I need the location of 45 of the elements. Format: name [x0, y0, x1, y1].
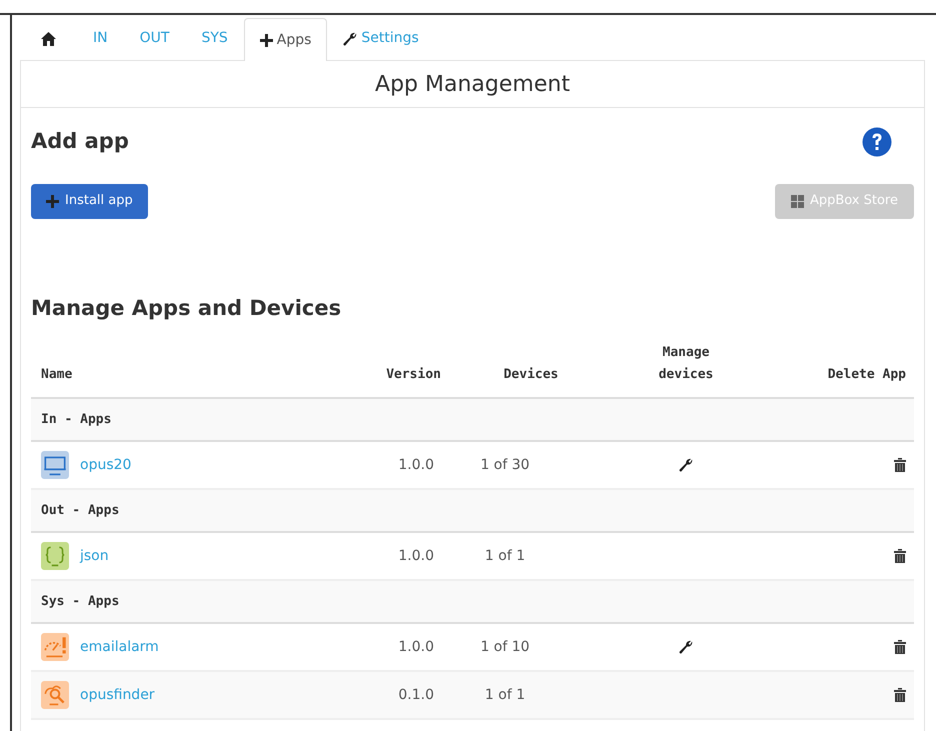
version-cell-text: 1.0.0: [397, 546, 435, 566]
section-heading: Add app: [31, 128, 129, 155]
column-header: Manage devices: [658, 344, 714, 384]
section-heading: Manage Apps and Devices: [31, 294, 342, 322]
nav-tab[interactable]: SYS: [185, 17, 244, 60]
app-icon: [41, 633, 69, 661]
home-icon: [41, 32, 56, 46]
nav-tab[interactable]: Apps: [244, 18, 328, 61]
app-name-link[interactable]: opus20: [80, 454, 132, 476]
grid-icon: [790, 194, 804, 208]
devices-cell-text: 1 of 30: [479, 456, 531, 474]
trash-icon[interactable]: [894, 688, 906, 702]
app-name-link[interactable]: opusfinder: [80, 684, 155, 706]
help-icon[interactable]: [862, 126, 892, 157]
column-header: Name: [40, 366, 74, 384]
plus-icon: [46, 194, 59, 208]
trash-icon[interactable]: [894, 640, 906, 654]
group-heading: Out - Apps: [41, 502, 120, 520]
column-header: Devices: [502, 366, 560, 384]
install-app-button[interactable]: Install app: [31, 184, 148, 218]
nav-tab[interactable]: OUT: [124, 17, 186, 60]
app-name-link[interactable]: json: [80, 546, 109, 566]
column-header: Delete App: [826, 366, 907, 384]
panel-title: App Management: [21, 61, 924, 108]
version-cell-text: 1.0.0: [397, 456, 435, 474]
wrench-icon: [343, 32, 358, 46]
devices-cell-text: 1 of 10: [479, 638, 531, 656]
group-heading: In - Apps: [41, 410, 112, 429]
devices-cell-text: 1 of 1: [484, 686, 526, 704]
app-icon: [41, 681, 69, 709]
column-header: Version: [385, 366, 441, 384]
version-cell-text: 1.0.0: [397, 638, 435, 656]
plus-icon: [260, 34, 273, 46]
trash-icon[interactable]: [894, 549, 906, 563]
app-icon: [41, 451, 69, 479]
nav-tab[interactable]: Settings: [327, 17, 435, 60]
app-name-link[interactable]: emailalarm: [80, 636, 159, 658]
trash-icon[interactable]: [894, 458, 906, 472]
app-icon: [41, 542, 69, 570]
devices-cell-text: 1 of 1: [484, 546, 526, 566]
nav-tab[interactable]: IN: [77, 17, 124, 60]
version-cell-text: 0.1.0: [397, 686, 435, 704]
group-heading: Sys - Apps: [41, 592, 120, 611]
wrench-icon[interactable]: [679, 458, 693, 472]
wrench-icon[interactable]: [679, 640, 693, 654]
